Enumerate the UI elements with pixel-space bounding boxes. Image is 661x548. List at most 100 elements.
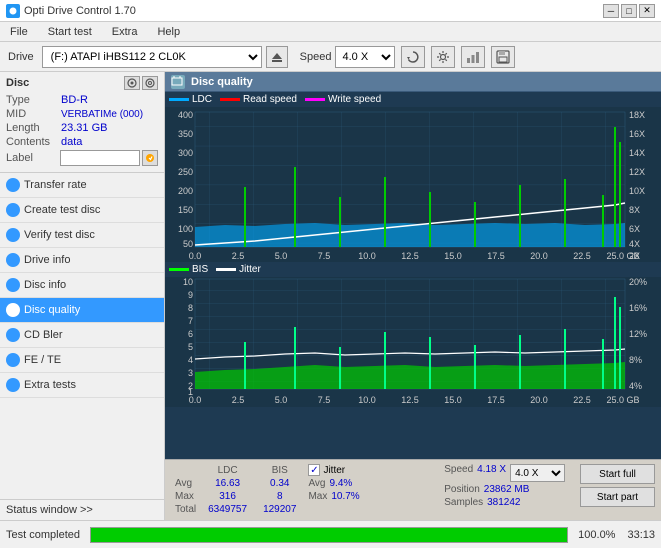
disc-title: Disc bbox=[6, 77, 29, 89]
start-full-button[interactable]: Start full bbox=[580, 464, 655, 484]
fe-te-label: FE / TE bbox=[24, 354, 61, 366]
titlebar: Opti Drive Control 1.70 ─ □ ✕ bbox=[0, 0, 661, 22]
drive-info-label: Drive info bbox=[24, 254, 70, 266]
sidebar-item-disc-quality[interactable]: Disc quality bbox=[0, 298, 164, 323]
svg-text:5.0: 5.0 bbox=[275, 395, 288, 405]
sidebar-item-extra-tests[interactable]: Extra tests bbox=[0, 373, 164, 398]
svg-text:100: 100 bbox=[178, 224, 193, 234]
bottom-bar: Test completed 100.0% 33:13 bbox=[0, 520, 661, 548]
verify-test-label: Verify test disc bbox=[24, 229, 95, 241]
svg-text:17.5: 17.5 bbox=[487, 251, 505, 261]
svg-text:12X: 12X bbox=[629, 167, 645, 177]
jitter-legend: Jitter bbox=[216, 264, 261, 275]
close-button[interactable]: ✕ bbox=[639, 4, 655, 18]
progress-percent: 100.0% bbox=[578, 529, 615, 541]
sidebar-item-transfer-rate[interactable]: Transfer rate bbox=[0, 173, 164, 198]
create-test-label: Create test disc bbox=[24, 204, 100, 216]
label-label: Label bbox=[6, 152, 60, 164]
sidebar-item-fe-te[interactable]: FE / TE bbox=[0, 348, 164, 373]
svg-text:10.0: 10.0 bbox=[358, 395, 376, 405]
disc-quality-label: Disc quality bbox=[24, 304, 80, 316]
svg-text:18X: 18X bbox=[629, 110, 645, 120]
svg-text:0.0: 0.0 bbox=[189, 395, 202, 405]
start-part-button[interactable]: Start part bbox=[580, 487, 655, 507]
svg-text:20.0: 20.0 bbox=[530, 395, 548, 405]
speed-stat-label: Speed bbox=[444, 464, 473, 482]
eject-button[interactable] bbox=[266, 46, 288, 68]
svg-text:4%: 4% bbox=[629, 381, 642, 391]
svg-text:400: 400 bbox=[178, 110, 193, 120]
content-header: Disc quality bbox=[165, 72, 661, 92]
bis-legend: BIS bbox=[169, 264, 208, 275]
svg-text:4X: 4X bbox=[629, 239, 640, 249]
svg-text:8%: 8% bbox=[629, 355, 642, 365]
jitter-max-label: Max bbox=[308, 491, 327, 502]
svg-text:9: 9 bbox=[188, 290, 193, 300]
label-edit-button[interactable] bbox=[142, 150, 158, 166]
drive-select[interactable]: (F:) ATAPI iHBS112 2 CL0K bbox=[42, 46, 262, 68]
svg-text:10X: 10X bbox=[629, 186, 645, 196]
speed-stat-value: 4.18 X bbox=[477, 464, 506, 482]
speed-select[interactable]: 4.0 X bbox=[335, 46, 395, 68]
stats-area: LDC BIS Avg 16.63 0.34 Max 316 8 Total bbox=[165, 459, 661, 520]
status-text: Test completed bbox=[6, 529, 80, 541]
disc-quality-icon bbox=[6, 303, 20, 317]
bis-header: BIS bbox=[255, 464, 304, 477]
svg-text:15.0: 15.0 bbox=[444, 251, 462, 261]
svg-text:7.5: 7.5 bbox=[318, 395, 331, 405]
svg-text:20.0: 20.0 bbox=[530, 251, 548, 261]
cd-bler-icon bbox=[6, 328, 20, 342]
menu-help[interactable]: Help bbox=[151, 24, 186, 40]
speed-stat-select[interactable]: 4.0 X bbox=[510, 464, 565, 482]
ldc-legend: LDC bbox=[169, 94, 212, 105]
menu-extra[interactable]: Extra bbox=[106, 24, 144, 40]
svg-text:0.0: 0.0 bbox=[189, 251, 202, 261]
samples-value: 381242 bbox=[487, 497, 520, 508]
svg-text:2.5: 2.5 bbox=[232, 251, 245, 261]
avg-ldc: 16.63 bbox=[200, 477, 255, 490]
sidebar-item-cd-bler[interactable]: CD Bler bbox=[0, 323, 164, 348]
cd-bler-label: CD Bler bbox=[24, 329, 63, 341]
bis-label: BIS bbox=[192, 264, 208, 275]
progress-bar bbox=[91, 528, 567, 542]
maximize-button[interactable]: □ bbox=[621, 4, 637, 18]
position-value: 23862 MB bbox=[484, 484, 530, 495]
svg-text:14X: 14X bbox=[629, 148, 645, 158]
drive-label: Drive bbox=[4, 51, 38, 63]
fe-te-icon bbox=[6, 353, 20, 367]
status-window-button[interactable]: Status window >> bbox=[0, 499, 164, 520]
position-label: Position bbox=[444, 484, 480, 495]
drive-info-icon bbox=[6, 253, 20, 267]
disc-icon-2[interactable] bbox=[142, 76, 158, 90]
extra-tests-label: Extra tests bbox=[24, 379, 76, 391]
svg-text:7.5: 7.5 bbox=[318, 251, 331, 261]
jitter-checkbox[interactable]: ✓ bbox=[308, 464, 320, 476]
disc-icon-1[interactable] bbox=[124, 76, 140, 90]
menu-start-test[interactable]: Start test bbox=[42, 24, 98, 40]
svg-text:16X: 16X bbox=[629, 129, 645, 139]
svg-text:25.0 GB: 25.0 GB bbox=[606, 251, 639, 261]
svg-text:16%: 16% bbox=[629, 303, 647, 313]
sidebar-item-drive-info[interactable]: Drive info bbox=[0, 248, 164, 273]
svg-text:15.0: 15.0 bbox=[444, 395, 462, 405]
menu-file[interactable]: File bbox=[4, 24, 34, 40]
sidebar-item-disc-info[interactable]: Disc info bbox=[0, 273, 164, 298]
menubar: File Start test Extra Help bbox=[0, 22, 661, 42]
transfer-rate-label: Transfer rate bbox=[24, 179, 87, 191]
minimize-button[interactable]: ─ bbox=[603, 4, 619, 18]
write-label: Write speed bbox=[328, 94, 381, 105]
chart-button[interactable] bbox=[461, 46, 485, 68]
refresh-button[interactable] bbox=[401, 46, 425, 68]
svg-text:12.5: 12.5 bbox=[401, 251, 419, 261]
sidebar-item-verify-test-disc[interactable]: Verify test disc bbox=[0, 223, 164, 248]
label-input[interactable] bbox=[60, 150, 140, 166]
toolbar: Drive (F:) ATAPI iHBS112 2 CL0K Speed 4.… bbox=[0, 42, 661, 72]
mid-value: VERBATIMe (000) bbox=[61, 109, 143, 120]
settings-button[interactable] bbox=[431, 46, 455, 68]
save-button[interactable] bbox=[491, 46, 515, 68]
write-color bbox=[305, 98, 325, 101]
create-test-icon bbox=[6, 203, 20, 217]
svg-text:3: 3 bbox=[188, 368, 193, 378]
svg-text:12%: 12% bbox=[629, 329, 647, 339]
sidebar-item-create-test-disc[interactable]: Create test disc bbox=[0, 198, 164, 223]
